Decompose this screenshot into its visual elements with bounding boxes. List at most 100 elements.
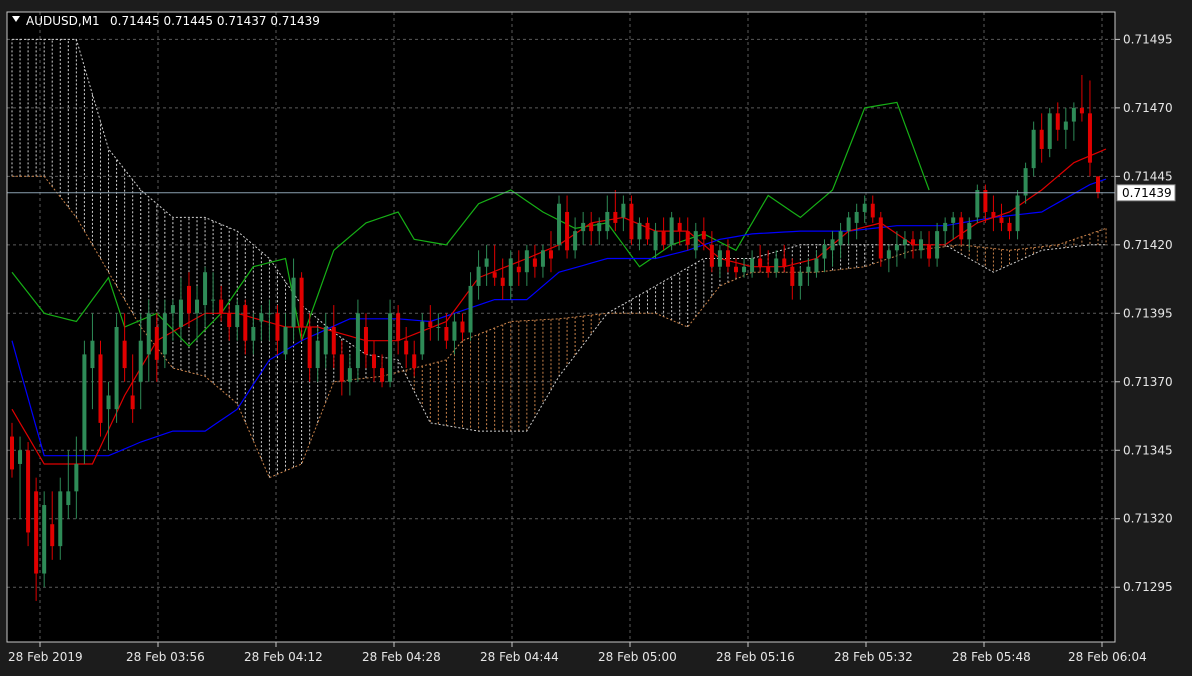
candle-body <box>709 244 714 267</box>
symbol-label: AUDUSD,M1 <box>26 14 100 28</box>
candle-body <box>476 266 481 286</box>
candle-body <box>597 222 602 232</box>
candle-body <box>669 217 674 245</box>
candle-body <box>219 299 224 314</box>
candle-body <box>516 266 521 273</box>
candle-body <box>146 313 151 355</box>
candle-body <box>396 313 401 341</box>
candle-body <box>363 327 368 355</box>
candle-body <box>323 327 328 355</box>
candle-body <box>484 258 489 267</box>
candle-body <box>436 327 441 328</box>
candle-body <box>822 244 827 259</box>
candle-body <box>975 190 980 218</box>
candle-body <box>886 250 891 259</box>
candle-body <box>677 222 682 232</box>
candle-body <box>613 211 618 223</box>
candle-body <box>685 231 690 245</box>
candle-body <box>355 313 360 369</box>
candle <box>669 211 674 251</box>
candle-body <box>412 354 417 369</box>
price-tick-label: 0.71470 <box>1123 101 1173 115</box>
candle-body <box>935 231 940 259</box>
chart-window: 0.71495 0.71470 0.71445 0.71420 0.71395 0.713… <box>0 0 1192 676</box>
candle-body <box>1071 107 1076 122</box>
candle-body <box>548 250 553 259</box>
candle-body <box>1087 113 1092 163</box>
candle-body <box>380 368 385 382</box>
candle-body <box>653 231 658 251</box>
candle-body <box>26 450 31 533</box>
candle-body <box>894 244 899 251</box>
price-tick-label: 0.71320 <box>1123 512 1173 526</box>
candle-body <box>1039 129 1044 149</box>
candle-body <box>1015 195 1020 232</box>
candle-body <box>742 266 747 273</box>
candle-body <box>138 340 143 382</box>
candle-body <box>106 395 111 410</box>
time-tick-label: 28 Feb 04:44 <box>480 650 559 664</box>
candle-body <box>1031 129 1036 169</box>
candle-body <box>114 327 119 410</box>
candle-body <box>766 266 771 273</box>
candle-body <box>927 244 932 259</box>
candle-body <box>910 239 915 245</box>
time-tick-label: 28 Feb 05:48 <box>952 650 1031 664</box>
candle-body <box>557 203 562 245</box>
candle-body <box>717 250 722 267</box>
candle-body <box>943 222 948 232</box>
time-tick-label: 28 Feb 04:12 <box>244 650 323 664</box>
candle-body <box>1096 176 1100 193</box>
candle-body <box>725 250 730 267</box>
candle-body <box>701 231 706 240</box>
candle-body <box>838 231 843 245</box>
candle-body <box>629 203 634 240</box>
candle-body <box>959 217 964 240</box>
time-tick-label: 28 Feb 04:28 <box>362 650 441 664</box>
candle-body <box>814 258 819 273</box>
candle-body <box>66 491 71 506</box>
candle <box>1031 121 1036 177</box>
candle-body <box>967 222 972 240</box>
candle-body <box>203 272 208 306</box>
candle-body <box>637 222 642 240</box>
candle-body <box>243 305 248 341</box>
candle-body <box>122 340 127 369</box>
candle-body <box>565 211 570 251</box>
candle-body <box>532 258 537 267</box>
candle-body <box>98 354 103 423</box>
candle <box>557 195 562 251</box>
price-axis: 0.71495 0.71470 0.71445 0.71420 0.71395 0.713… <box>1115 32 1176 594</box>
candle-body <box>589 222 594 232</box>
candle-body <box>404 340 409 355</box>
candle-body <box>540 250 545 267</box>
candle-body <box>34 491 39 574</box>
candle-body <box>790 266 795 286</box>
time-tick-label: 28 Feb 06:04 <box>1068 650 1147 664</box>
current-price-label: 0.71439 <box>1122 186 1172 200</box>
candle-body <box>195 299 200 314</box>
candle-body <box>1079 107 1084 114</box>
candle-body <box>267 313 272 315</box>
candle-body <box>331 327 336 355</box>
candle-body <box>251 327 256 341</box>
price-tick-label: 0.71395 <box>1123 306 1173 320</box>
candle-body <box>227 313 232 327</box>
candle-body <box>42 505 47 574</box>
candle-body <box>508 258 513 286</box>
candle-body <box>902 239 907 245</box>
candle-body <box>750 258 755 273</box>
candle-body <box>621 203 626 218</box>
candle <box>98 340 103 437</box>
candle-body <box>299 277 304 327</box>
candle-body <box>259 313 264 322</box>
time-tick-label: 28 Feb 05:16 <box>716 650 795 664</box>
candle-body <box>82 354 87 451</box>
candle <box>114 313 119 423</box>
price-tick-label: 0.71345 <box>1123 443 1173 457</box>
candle-body <box>1055 113 1060 130</box>
candle-body <box>919 239 924 251</box>
chart-canvas[interactable]: 0.71495 0.71470 0.71445 0.71420 0.71395 0.713… <box>0 0 1192 676</box>
candle-body <box>854 211 859 223</box>
candle-body <box>154 327 159 360</box>
